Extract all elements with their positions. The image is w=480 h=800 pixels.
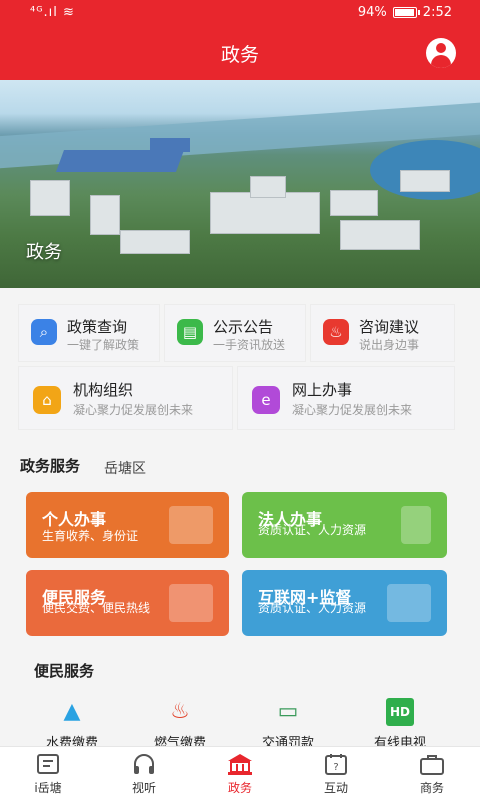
quick-link-card[interactable]: ♨ 咨询建议说出身边事 <box>310 304 455 362</box>
quick-link-subtitle: 凝心聚力促发展创未来 <box>292 403 413 417</box>
quick-link-title: 咨询建议 <box>359 318 420 336</box>
nav-item-label: 视听 <box>131 781 156 795</box>
section-title-gov-services: 政务服务 <box>20 457 81 475</box>
nav-item-label: 互动 <box>323 781 348 795</box>
quick-link-card[interactable]: e 网上办事凝心聚力促发展创未来 <box>237 366 455 430</box>
service-card-illustration <box>401 506 431 544</box>
quick-link-card[interactable]: ⌕ 政策查询一键了解政策 <box>18 304 160 362</box>
clock: 2:52 <box>422 5 452 20</box>
quick-link-title: 网上办事 <box>292 381 353 399</box>
service-card-subtitle: 资质认证、人力资源 <box>258 523 367 537</box>
page-title: 政务 <box>220 44 259 66</box>
nav-item[interactable]: 视听 <box>96 747 192 800</box>
quick-link-title: 公示公告 <box>213 318 274 336</box>
briefcase-icon <box>418 753 446 775</box>
convenience-item[interactable]: ▭ 交通罚款 <box>238 692 338 751</box>
user-circle-icon[interactable] <box>426 38 456 68</box>
flame-icon: ♨ <box>323 319 349 345</box>
water-drop-icon: ▲ <box>63 699 81 724</box>
quick-link-title: 政策查询 <box>67 318 128 336</box>
nav-item[interactable]: i岳塘 <box>0 747 96 800</box>
district-label[interactable]: 岳塘区 <box>104 458 146 478</box>
status-bar: ⁴ᴳ.ıl ≋ 94% 2:52 <box>0 0 480 26</box>
nav-item[interactable]: 商务 <box>384 747 480 800</box>
quick-link-subtitle: 说出身边事 <box>359 338 420 352</box>
convenience-item[interactable]: ▲ 水费缴费 <box>22 692 122 751</box>
nav-item[interactable]: ? 互动 <box>288 747 384 800</box>
quick-link-subtitle: 一手资讯放送 <box>213 338 286 352</box>
convenience-item[interactable]: ♨ 燃气缴费 <box>130 692 230 751</box>
service-card-subtitle: 资质认证、人力资源 <box>258 601 367 615</box>
nav-item-label: 商务 <box>419 781 444 795</box>
bottom-nav: i岳塘 视听 政务? 互动 商务 <box>0 746 480 800</box>
quick-link-card[interactable]: ⌂ 机构组织凝心聚力促发展创未来 <box>18 366 233 430</box>
nav-item-label: i岳塘 <box>34 781 62 795</box>
search-icon: ⌕ <box>31 319 57 345</box>
service-card-illustration <box>169 506 213 544</box>
news-icon <box>34 753 62 775</box>
hd-tv-icon: HD <box>386 698 414 726</box>
service-card-subtitle: 便民交费、便民热线 <box>42 601 151 615</box>
service-card[interactable]: 便民服务 便民交费、便民热线 <box>26 570 229 636</box>
service-card[interactable]: 个人办事 生育收养、身份证 <box>26 492 229 558</box>
headphones-icon <box>130 753 158 775</box>
service-card-subtitle: 生育收养、身份证 <box>42 529 139 543</box>
quick-link-subtitle: 凝心聚力促发展创未来 <box>73 403 194 417</box>
battery-percent: 94% <box>357 5 387 20</box>
service-card-illustration <box>387 584 431 622</box>
nav-item-label: 政务 <box>227 781 252 795</box>
shop-icon: ▤ <box>177 319 203 345</box>
calendar-question-icon: ? <box>322 753 350 775</box>
convenience-item[interactable]: HD 有线电视 <box>350 692 450 751</box>
nav-item[interactable]: 政务 <box>192 747 288 800</box>
app-header: ⁴ᴳ.ıl ≋ 94% 2:52 政务 <box>0 0 480 80</box>
car-icon: ▭ <box>277 699 299 724</box>
quick-link-title: 机构组织 <box>73 381 134 399</box>
government-icon <box>226 753 254 775</box>
section-title-convenience: 便民服务 <box>34 662 95 680</box>
signal-indicator: ⁴ᴳ.ıl ≋ <box>30 5 75 20</box>
service-card-illustration <box>169 584 213 622</box>
service-card-title: 个人办事 <box>42 510 107 529</box>
service-card[interactable]: 互联网+监督 资质认证、人力资源 <box>242 570 447 636</box>
building-icon: ⌂ <box>33 386 61 414</box>
ie-icon: e <box>252 386 280 414</box>
banner-label: 政务 <box>26 242 62 263</box>
quick-link-card[interactable]: ▤ 公示公告一手资讯放送 <box>164 304 306 362</box>
banner-image[interactable] <box>0 80 480 288</box>
svg-text:?: ? <box>333 762 338 773</box>
quick-link-subtitle: 一键了解政策 <box>67 338 140 352</box>
service-card[interactable]: 法人办事 资质认证、人力资源 <box>242 492 447 558</box>
gas-flame-icon: ♨ <box>170 699 190 724</box>
battery-icon <box>392 7 420 18</box>
